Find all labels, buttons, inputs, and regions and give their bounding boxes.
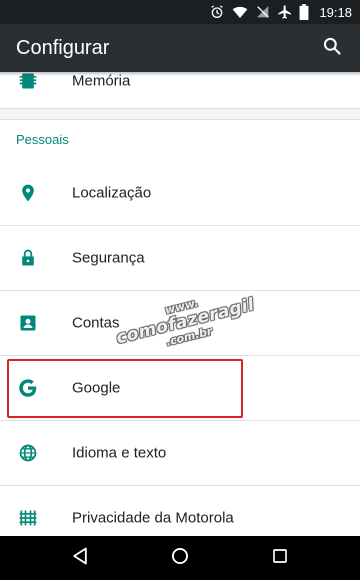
back-icon bbox=[70, 546, 90, 570]
settings-list[interactable]: Memória Pessoais Localização Segurança C… bbox=[0, 72, 360, 536]
airplane-icon bbox=[277, 4, 293, 20]
alarm-icon bbox=[209, 4, 225, 20]
list-item-label: Idioma e texto bbox=[72, 444, 167, 461]
list-item-privacidade-da-motorola[interactable]: Privacidade da Motorola bbox=[0, 485, 360, 536]
lock-icon bbox=[16, 246, 40, 270]
list-item-label: Segurança bbox=[72, 249, 145, 266]
list-item-label: Contas bbox=[72, 314, 120, 331]
divider bbox=[0, 108, 360, 109]
home-button[interactable] bbox=[166, 544, 194, 572]
battery-icon bbox=[299, 4, 309, 20]
page-title: Configurar bbox=[16, 37, 110, 59]
section-header-pessoais: Pessoais bbox=[16, 132, 69, 147]
globe-icon bbox=[16, 441, 40, 465]
list-item-contas[interactable]: Contas bbox=[0, 290, 360, 355]
search-icon bbox=[322, 36, 342, 60]
back-button[interactable] bbox=[66, 544, 94, 572]
account-icon bbox=[16, 311, 40, 335]
status-time: 19:18 bbox=[319, 4, 352, 20]
list-item-idioma-e-texto[interactable]: Idioma e texto bbox=[0, 420, 360, 485]
list-item-label: Privacidade da Motorola bbox=[72, 509, 234, 526]
search-button[interactable] bbox=[312, 28, 352, 68]
app-bar-shadow bbox=[0, 72, 360, 76]
list-item-memoria[interactable]: Memória bbox=[0, 72, 360, 113]
recents-button[interactable] bbox=[266, 544, 294, 572]
no-sim-icon bbox=[255, 4, 271, 20]
home-icon bbox=[170, 546, 190, 570]
status-icons: 19:18 bbox=[209, 0, 352, 24]
app-bar: Configurar bbox=[0, 24, 360, 72]
status-bar: 19:18 bbox=[0, 0, 360, 24]
list-item-localizacao[interactable]: Localização bbox=[0, 160, 360, 225]
wifi-icon bbox=[231, 4, 249, 20]
navigation-bar bbox=[0, 536, 360, 580]
motorola-privacy-icon bbox=[16, 506, 40, 530]
list-item-seguranca[interactable]: Segurança bbox=[0, 225, 360, 290]
highlight-box bbox=[7, 359, 243, 418]
list-item-label: Localização bbox=[72, 184, 152, 201]
recents-icon bbox=[271, 547, 289, 569]
divider bbox=[0, 119, 360, 120]
location-icon bbox=[16, 181, 40, 205]
